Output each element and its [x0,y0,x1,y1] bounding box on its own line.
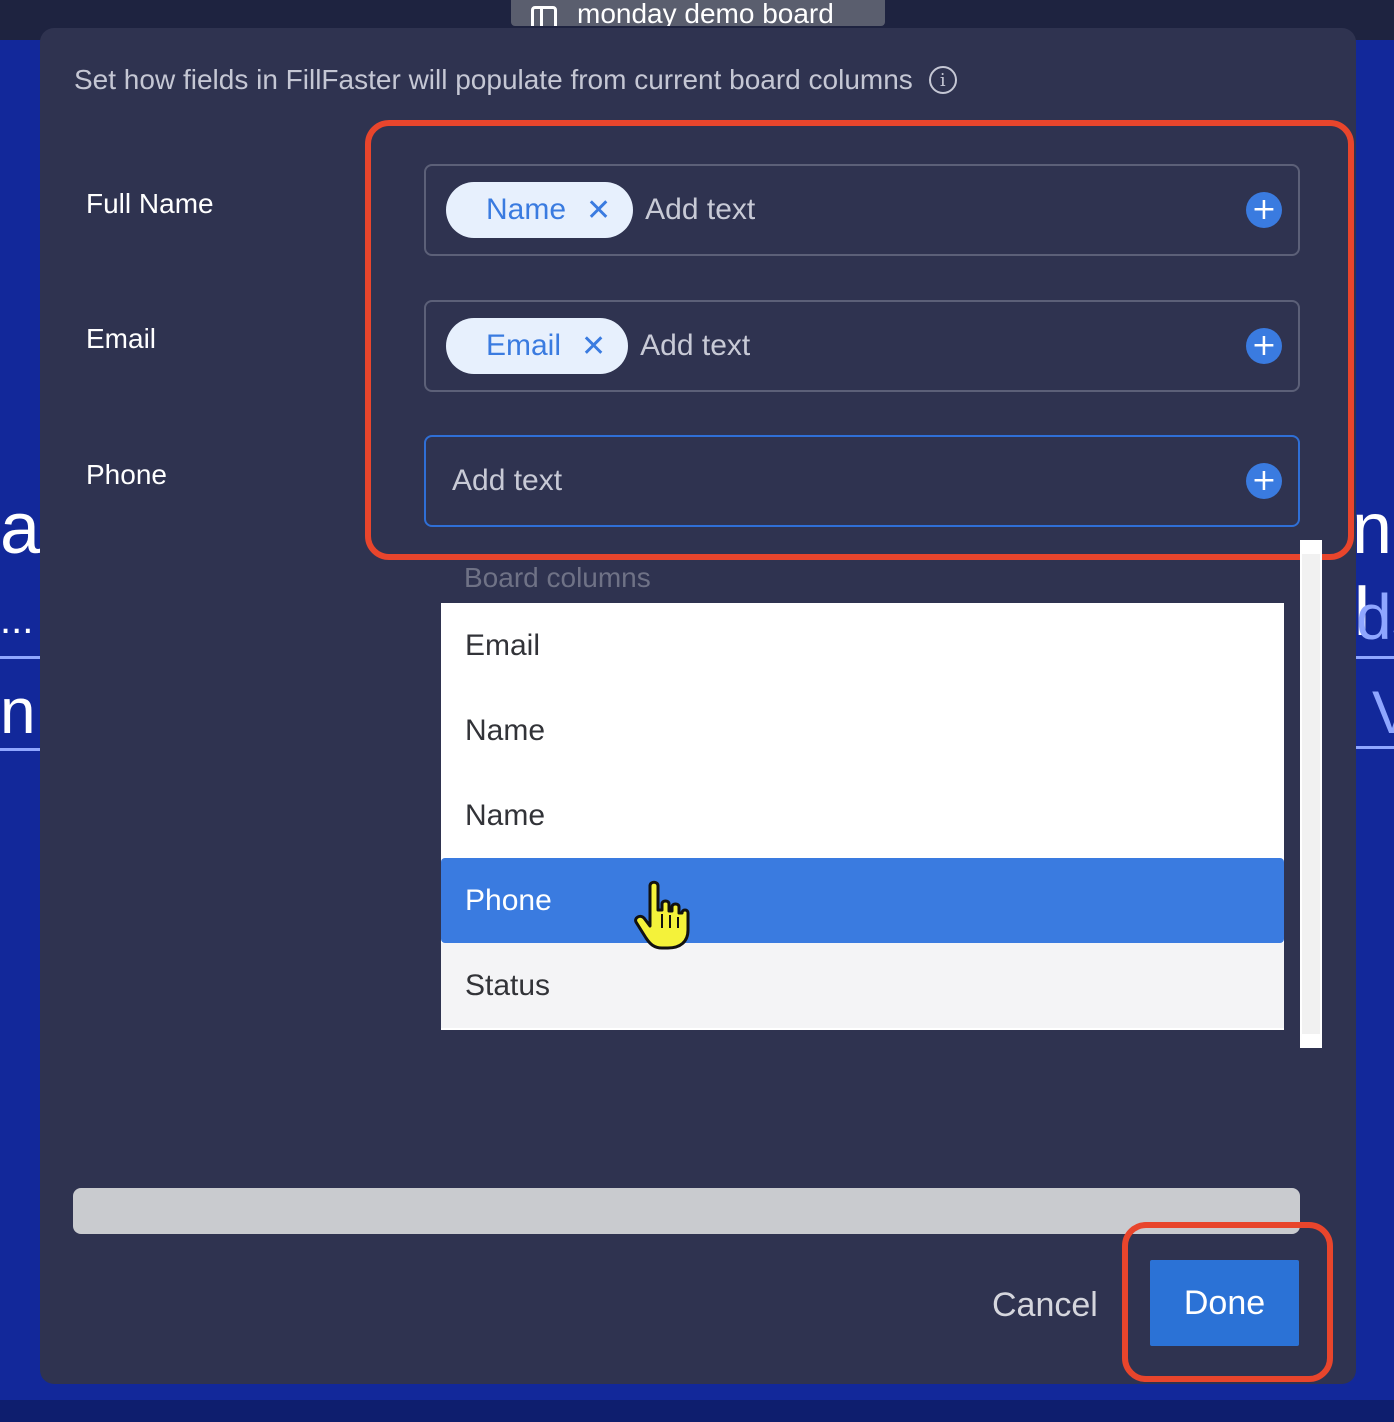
annotation-highlight-done [1122,1222,1333,1382]
background-text-fragment: ds [1356,581,1394,653]
background-divider [0,748,40,751]
board-tab[interactable]: monday demo board [511,0,885,26]
dropdown-option-phone[interactable]: Phone [441,858,1284,943]
board-icon [531,6,557,26]
dialog-subtitle-text: Set how fields in FillFaster will popula… [74,64,913,95]
field-label-email: Email [86,323,157,354]
cancel-button[interactable]: Cancel [980,1270,1110,1340]
background-divider [1356,656,1394,659]
dropdown-option-name-2[interactable]: Name [441,773,1284,858]
background-divider [0,656,40,659]
dialog-subtitle: Set how fields in FillFaster will popula… [74,64,957,96]
pointer-hand-icon [634,880,690,950]
bottom-bar [0,1400,1394,1422]
dropdown-option-name[interactable]: Name [441,688,1284,773]
dropdown-header: Board columns [464,562,651,593]
progress-bar [73,1188,1300,1234]
field-label-phone: Phone [86,459,167,490]
background-text-fragment: n [0,675,36,747]
board-tab-title: monday demo board [577,0,834,26]
background-text-fragment: V [1372,679,1394,746]
dropdown-option-status[interactable]: Status [441,943,1284,1028]
dropdown-option-email[interactable]: Email [441,603,1284,688]
background-divider [1356,746,1394,749]
dropdown-scrollbar[interactable] [1300,540,1322,1048]
annotation-highlight-inputs [365,120,1354,560]
background-text-fragment: ... [0,598,34,642]
board-columns-dropdown: Email Name Name Phone Status [441,603,1284,1030]
field-label-full-name: Full Name [86,188,214,219]
info-icon[interactable]: i [928,66,957,94]
